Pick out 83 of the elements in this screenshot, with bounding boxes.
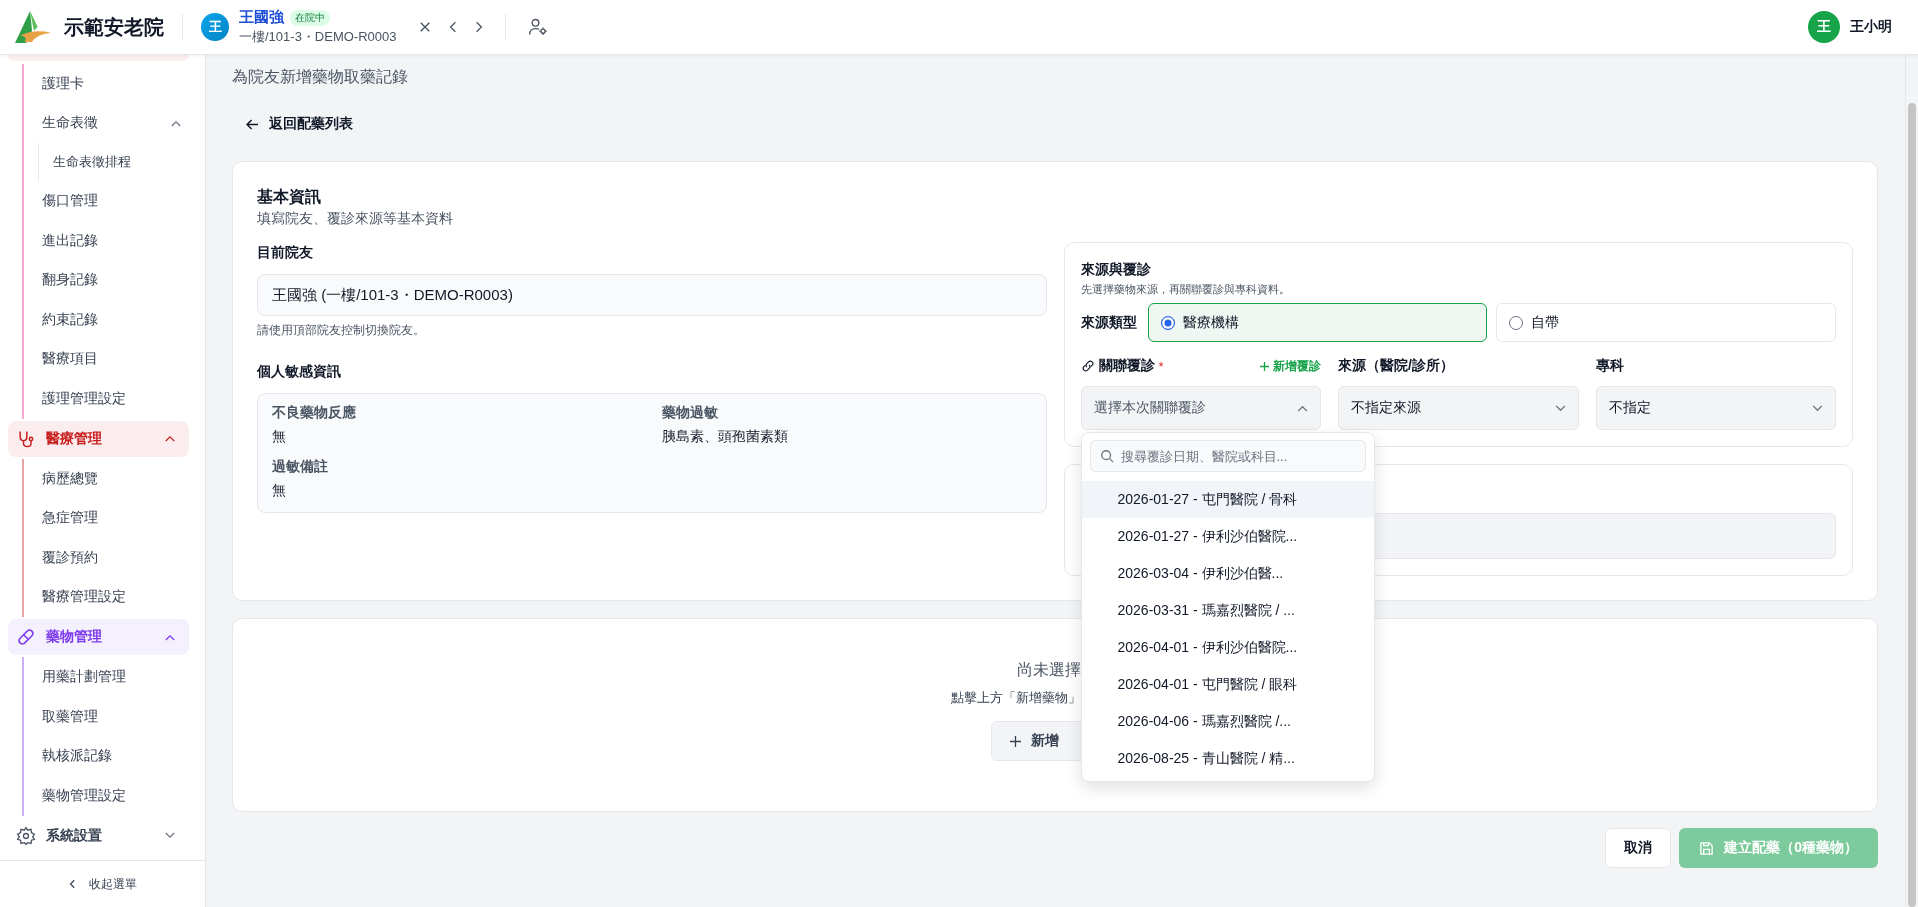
sidebar-item[interactable]: 藥物管理設定 — [24, 775, 189, 816]
close-icon[interactable] — [418, 21, 431, 33]
sidebar-item[interactable]: 執核派記錄 — [24, 736, 189, 776]
previous-icon[interactable] — [448, 21, 457, 33]
user-settings-icon[interactable] — [527, 17, 548, 37]
page-subtitle: 為院友新增藥物取藥記錄 — [232, 67, 409, 87]
chevron-down-icon — [1812, 404, 1823, 412]
info-label: 過敏備註 — [272, 458, 329, 476]
empty-title: 尚未選擇 — [1017, 660, 1081, 680]
field-label: 關聯覆診 — [1098, 357, 1155, 375]
info-label: 藥物過敏 — [661, 404, 719, 422]
section-subtitle: 填寫院友、覆診來源等基本資料 — [257, 209, 454, 228]
plus-icon — [1010, 735, 1021, 747]
sidebar-item[interactable]: 醫療管理設定 — [24, 577, 189, 618]
caret-icon — [165, 435, 175, 443]
scrollbar[interactable] — [1905, 55, 1918, 907]
resident-field: 王國強 (一樓/101-3・DEMO-R0003) — [257, 274, 1047, 316]
next-icon[interactable] — [474, 21, 483, 33]
radio-option[interactable]: 醫療機構 — [1147, 303, 1488, 342]
caret-icon — [1297, 404, 1308, 412]
brand-name: 示範安老院 — [64, 14, 164, 40]
cancel-button[interactable]: 取消 — [1605, 828, 1672, 868]
caret-icon — [171, 119, 181, 127]
sidebar-item[interactable]: 傷口管理 — [24, 181, 189, 221]
patient-detail: 一樓/101-3・DEMO-R0003 — [239, 28, 397, 46]
dropdown-option[interactable]: 2026-01-27 - 屯門醫院 / 骨科 — [1081, 481, 1374, 518]
sidebar-group[interactable]: 藥物管理 — [8, 619, 189, 656]
caret-icon — [165, 633, 175, 641]
sidebar-item[interactable]: 醫療項目 — [24, 339, 189, 380]
chevron-down-icon — [1554, 404, 1566, 412]
panel-subtitle: 先選擇藥物來源，再關聯覆診與專科資料。 — [1080, 282, 1291, 297]
sidebar-group[interactable]: 系統設置 — [8, 817, 189, 854]
search-field[interactable]: 搜尋覆診日期、醫院或科目... — [1089, 440, 1366, 472]
arrow-left-icon — [246, 118, 259, 130]
plus-icon — [1260, 361, 1269, 371]
sidebar-item[interactable]: 急症管理 — [24, 498, 189, 538]
field-label: 個人敏感資訊 — [257, 362, 342, 381]
dropdown-option[interactable]: 2026-03-04 - 伊利沙伯醫... — [1081, 555, 1374, 592]
visit-select[interactable]: 選擇本次關聯覆診 — [1080, 386, 1321, 430]
field-label: 來源（醫院/診所） — [1338, 357, 1454, 375]
radio-option[interactable]: 自帶 — [1496, 303, 1836, 342]
chevron-left-icon — [68, 879, 75, 889]
field-label: 專科 — [1595, 357, 1624, 375]
info-value: 胰島素、頭孢菌素類 — [661, 428, 789, 446]
info-value: 無 — [272, 482, 287, 500]
link-icon — [1080, 359, 1095, 373]
specialty-select[interactable]: 不指定 — [1595, 386, 1836, 430]
save-icon — [1699, 840, 1715, 856]
settings-icon — [16, 825, 36, 846]
required-mark: * — [1158, 358, 1164, 374]
collapse-menu-button[interactable]: 收起選單 — [0, 860, 205, 907]
info-label: 不良藥物反應 — [272, 404, 357, 422]
caret-icon — [165, 832, 175, 839]
patient-avatar: 王 — [201, 13, 229, 41]
triangle-logo — [12, 10, 52, 44]
panel-title: 來源與覆診 — [1080, 260, 1152, 279]
dropdown-option[interactable]: 2026-03-31 - 瑪嘉烈醫院 / ... — [1081, 592, 1374, 629]
hospital-select[interactable]: 不指定來源 — [1338, 386, 1579, 430]
sidebar-item[interactable]: 護理卡 — [24, 64, 189, 104]
dropdown-option[interactable]: 2026-04-01 - 屯門醫院 / 眼科 — [1081, 666, 1374, 703]
sidebar-item[interactable]: 約束記錄 — [24, 299, 189, 340]
patient-name[interactable]: 王國強 — [239, 8, 284, 27]
sidebar-item[interactable]: 取藥管理 — [24, 696, 189, 737]
sidebar-item[interactable]: 生命表徵 — [24, 103, 189, 144]
sidebar-item[interactable]: 用藥計劃管理 — [24, 657, 189, 697]
sidebar-group[interactable]: 醫療管理 — [8, 420, 189, 457]
back-link[interactable]: 返回配藥列表 — [246, 111, 353, 137]
info-value: 無 — [272, 428, 287, 446]
field-label: 來源類型 — [1080, 313, 1137, 332]
empty-hint: 點擊上方「新增藥物」 — [951, 689, 1081, 707]
sidebar-item[interactable]: 護理管理設定 — [24, 379, 189, 419]
sidebar-item[interactable]: 進出記錄 — [24, 220, 189, 261]
sidebar-item[interactable]: 翻身記錄 — [24, 260, 189, 300]
sidebar-item[interactable]: 病歷總覽 — [24, 458, 189, 499]
section-title: 基本資訊 — [257, 187, 322, 207]
user-name[interactable]: 王小明 — [1850, 18, 1892, 36]
sidebar-item[interactable]: 覆診預約 — [24, 537, 189, 578]
dropdown-option[interactable]: 2026-04-01 - 伊利沙伯醫院... — [1081, 629, 1374, 666]
dropdown-option[interactable]: 2026-01-27 - 伊利沙伯醫院... — [1081, 518, 1374, 555]
field-hint: 請使用頂部院友控制切換院友。 — [257, 322, 426, 339]
sidebar-item[interactable]: 生命表徵排程 — [53, 153, 131, 172]
field-label: 目前院友 — [257, 243, 314, 262]
status-badge: 在院中 — [290, 9, 330, 26]
